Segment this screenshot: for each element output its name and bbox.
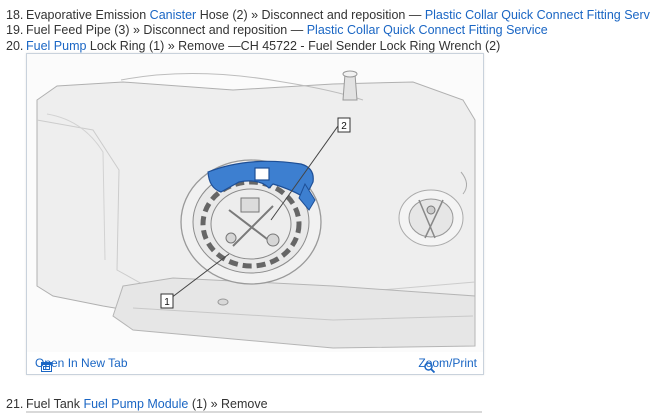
step-text: Evaporative Emission [26, 8, 150, 22]
fuel-pump-module-link[interactable]: Fuel Pump Module [83, 397, 188, 411]
step-number: 21. [6, 397, 24, 411]
step-text: Fuel Feed Pipe (3) » Disconnect and repo… [26, 23, 307, 37]
callout-2: 2 [337, 117, 351, 133]
step-19: 19. Fuel Feed Pipe (3) » Disconnect and r… [6, 23, 548, 38]
fuel-tank-illustration: 2 1 [33, 60, 477, 350]
step-number: 18. [6, 8, 24, 22]
step-text: Fuel Tank [26, 397, 84, 411]
step-18: 18. Evaporative Emission Canister Hose (2… [6, 8, 650, 23]
quick-connect-service-link[interactable]: Plastic Collar Quick Connect Fitting Ser… [425, 8, 650, 22]
quick-connect-service-link[interactable]: Plastic Collar Quick Connect Fitting Ser… [307, 23, 548, 37]
magnifier-icon [424, 362, 436, 373]
step-text: Lock Ring (1) » Remove —CH 45722 - Fuel … [86, 39, 501, 53]
step-number: 19. [6, 23, 24, 37]
callout-1: 1 [160, 293, 174, 309]
fuel-pump-link[interactable]: Fuel Pump [26, 39, 86, 53]
canister-link[interactable]: Canister [150, 8, 197, 22]
step-number: 20. [6, 39, 24, 53]
step-20: 20. Fuel Pump Lock Ring (1) » Remove —CH … [6, 39, 500, 54]
step-21: 21. Fuel Tank Fuel Pump Module (1) » Remo… [6, 397, 268, 412]
svg-text:2: 2 [341, 121, 347, 132]
open-new-tab-icon [41, 362, 52, 372]
step-text: Hose (2) » Disconnect and reposition — [196, 8, 425, 22]
next-figure-edge [26, 411, 482, 413]
figure-toolbar: Open In New Tab Zoom/Print [27, 352, 483, 374]
open-in-new-tab-button[interactable]: Open In New Tab [35, 356, 128, 372]
zoom-print-button[interactable]: Zoom/Print [418, 356, 477, 373]
step-text: (1) » Remove [188, 397, 268, 411]
svg-text:1: 1 [164, 297, 170, 308]
procedure-figure: 2 1 Open In New Tab Zoom/Print [26, 53, 484, 375]
